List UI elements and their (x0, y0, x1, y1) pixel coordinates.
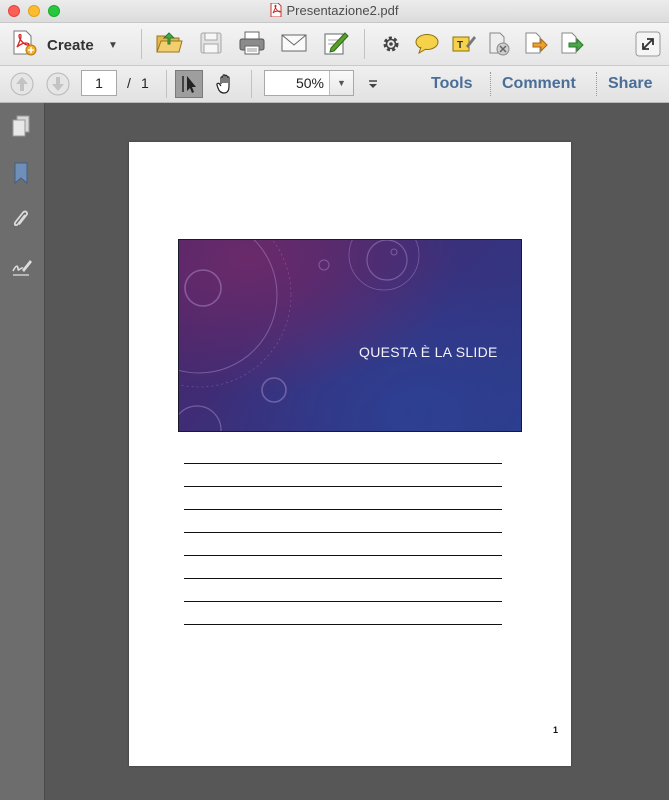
comment-icon[interactable] (413, 30, 441, 58)
share-link[interactable]: Share (608, 75, 652, 93)
note-line (184, 578, 502, 579)
print-icon[interactable] (238, 29, 266, 57)
slide-thumbnail: QUESTA È LA SLIDE (178, 239, 522, 432)
tools-link[interactable]: Tools (431, 75, 472, 93)
select-tool-icon[interactable] (175, 70, 203, 98)
svg-text:T: T (457, 40, 463, 51)
email-icon[interactable] (280, 29, 308, 57)
open-file-icon[interactable] (155, 29, 183, 57)
zoom-select[interactable]: 50% ▼ (264, 70, 354, 96)
export-icon[interactable] (521, 30, 549, 58)
window-title: Presentazione2.pdf (286, 3, 399, 18)
window-title-wrap: Presentazione2.pdf (0, 3, 669, 18)
toolbar-divider (166, 70, 167, 98)
create-dropdown-caret-icon[interactable]: ▼ (108, 40, 118, 51)
zoom-value[interactable]: 50% (265, 71, 332, 95)
toolbar-divider (141, 29, 142, 59)
total-pages: 1 (141, 75, 149, 91)
send-icon[interactable] (557, 30, 585, 58)
note-line (184, 532, 502, 533)
note-line (184, 624, 502, 625)
signatures-icon[interactable] (8, 254, 34, 280)
toolbar-divider (364, 29, 365, 59)
toolbar-overflow-icon[interactable] (359, 70, 387, 98)
note-line (184, 486, 502, 487)
page-number: 1 (553, 725, 559, 735)
pages-icon[interactable] (8, 113, 34, 139)
fullscreen-icon[interactable] (634, 30, 662, 58)
slide-title: QUESTA È LA SLIDE (359, 344, 498, 360)
attachments-icon[interactable] (8, 207, 34, 233)
bookmarks-icon[interactable] (8, 160, 34, 186)
previous-page-icon[interactable] (8, 70, 36, 98)
create-button[interactable]: Create (47, 37, 94, 54)
note-line (184, 509, 502, 510)
delete-page-icon[interactable] (485, 30, 513, 58)
link-divider (490, 72, 491, 96)
page-separator: / (127, 75, 131, 91)
next-page-icon[interactable] (44, 70, 72, 98)
comment-link[interactable]: Comment (502, 75, 576, 93)
hand-tool-icon[interactable] (212, 70, 240, 98)
create-pdf-icon[interactable] (10, 29, 38, 57)
note-line (184, 555, 502, 556)
sign-icon[interactable] (321, 29, 349, 57)
settings-icon[interactable] (377, 30, 405, 58)
save-icon[interactable] (197, 29, 225, 57)
highlight-icon[interactable]: T (449, 30, 477, 58)
pdf-page (129, 142, 571, 766)
toolbar-divider (251, 70, 252, 98)
pdf-file-icon (270, 3, 282, 17)
note-line (184, 601, 502, 602)
note-line (184, 463, 502, 464)
title-bar: Presentazione2.pdf (0, 0, 669, 23)
page-number-input[interactable]: 1 (81, 70, 117, 96)
slide-background-decoration (179, 240, 420, 431)
link-divider (596, 72, 597, 96)
zoom-dropdown-icon[interactable]: ▼ (329, 71, 353, 95)
